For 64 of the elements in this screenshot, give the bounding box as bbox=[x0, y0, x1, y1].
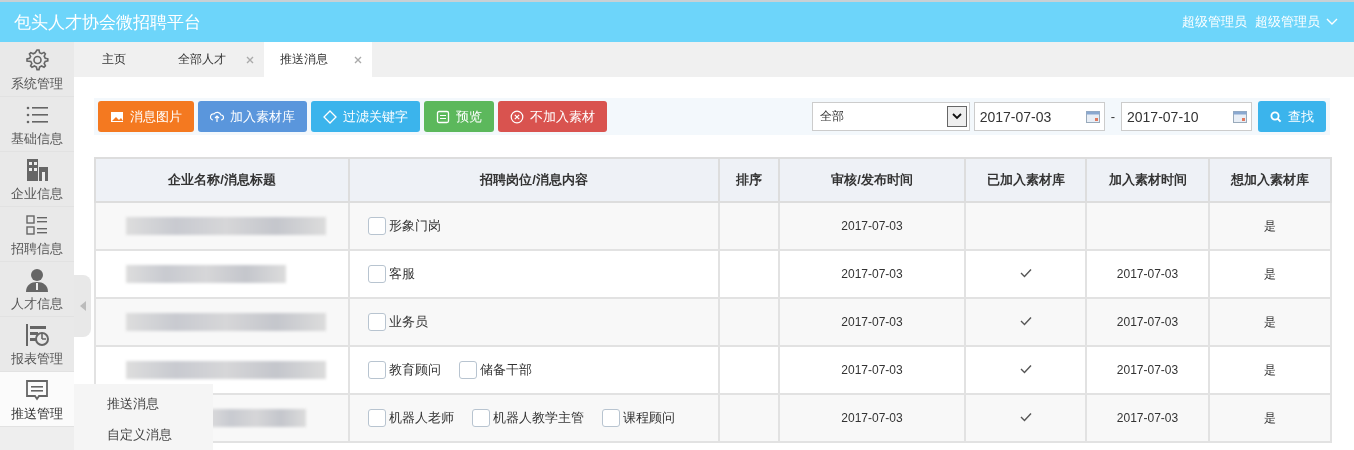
sidebar-item[interactable]: 招聘信息 bbox=[0, 207, 74, 262]
column-header: 想加入素材库 bbox=[1209, 158, 1331, 202]
checkbox[interactable] bbox=[472, 409, 490, 427]
collapse-handle[interactable] bbox=[74, 275, 91, 337]
column-header: 排序 bbox=[719, 158, 779, 202]
app-title: 包头人才协会微招聘平台 bbox=[14, 11, 202, 34]
position-checkbox[interactable]: 形象门岗 bbox=[368, 217, 441, 235]
column-header: 已加入素材库 bbox=[965, 158, 1086, 202]
submenu-item[interactable]: 推送消息 bbox=[74, 388, 213, 419]
position-checkbox[interactable]: 课程顾问 bbox=[602, 409, 675, 427]
sidebar-item[interactable]: 推送管理 bbox=[0, 372, 74, 427]
position-checkbox[interactable]: 储备干部 bbox=[459, 361, 532, 379]
building-icon bbox=[24, 157, 50, 183]
close-icon[interactable] bbox=[246, 55, 254, 64]
checkbox[interactable] bbox=[368, 265, 386, 283]
column-header: 企业名称/消息标题 bbox=[95, 158, 349, 202]
user-role: 超级管理员 bbox=[1182, 13, 1247, 31]
calendar-icon bbox=[1085, 110, 1100, 123]
sidebar-item[interactable]: 系统管理 bbox=[0, 42, 74, 97]
tab[interactable]: 主页 bbox=[86, 42, 162, 77]
position-checkbox[interactable]: 机器人老师 bbox=[368, 409, 454, 427]
column-header: 招聘岗位/消息内容 bbox=[349, 158, 719, 202]
position-checkbox[interactable]: 业务员 bbox=[368, 313, 428, 331]
person-icon bbox=[24, 267, 50, 293]
sidebar-item[interactable]: 报表管理 bbox=[0, 317, 74, 372]
column-header: 审核/发布时间 bbox=[779, 158, 965, 202]
date-field[interactable]: 2017-07-10 bbox=[1121, 102, 1252, 131]
tab[interactable]: 全部人才 bbox=[162, 42, 264, 77]
preview-icon bbox=[436, 109, 450, 124]
sidebar-item[interactable]: 基础信息 bbox=[0, 97, 74, 152]
toolbar-button[interactable]: 不加入素材 bbox=[498, 101, 607, 132]
cloud-upload-icon bbox=[210, 109, 224, 124]
checkbox[interactable] bbox=[459, 361, 477, 379]
checkbox[interactable] bbox=[368, 361, 386, 379]
message-icon bbox=[24, 377, 50, 403]
column-header: 加入素材时间 bbox=[1086, 158, 1209, 202]
checkbox[interactable] bbox=[602, 409, 620, 427]
table-cell: 2017-07-03 bbox=[1086, 394, 1209, 442]
cancel-icon bbox=[510, 109, 524, 124]
list-icon bbox=[24, 212, 50, 238]
close-icon[interactable] bbox=[354, 55, 362, 64]
checkbox[interactable] bbox=[368, 409, 386, 427]
triangle-left-icon bbox=[79, 301, 86, 311]
table-cell: 2017-07-03 bbox=[779, 394, 965, 442]
image-icon bbox=[110, 109, 124, 124]
filter-select[interactable]: 全部 bbox=[811, 102, 970, 131]
date-field[interactable]: 2017-07-03 bbox=[973, 102, 1105, 131]
sidebar-item[interactable]: 企业信息 bbox=[0, 152, 74, 207]
report-chart-icon bbox=[24, 322, 50, 348]
checkbox[interactable] bbox=[368, 217, 386, 235]
chevron-down-icon[interactable] bbox=[1326, 18, 1338, 26]
table-cell: 是 bbox=[1209, 394, 1331, 442]
position-checkbox[interactable]: 机器人教学主管 bbox=[472, 409, 584, 427]
position-checkbox[interactable]: 客服 bbox=[368, 265, 415, 283]
tab[interactable]: 推送消息 bbox=[264, 42, 372, 77]
checkbox[interactable] bbox=[368, 313, 386, 331]
calendar-icon bbox=[1233, 110, 1247, 123]
submenu-item[interactable]: 自定义消息 bbox=[74, 419, 213, 450]
date-separator: - bbox=[1110, 109, 1115, 124]
search-icon bbox=[1270, 110, 1282, 123]
caret-icon bbox=[951, 113, 962, 120]
settings-icon bbox=[24, 47, 50, 73]
position-checkbox[interactable]: 教育顾问 bbox=[368, 361, 441, 379]
sidebar-item[interactable]: 人才信息 bbox=[0, 262, 74, 317]
